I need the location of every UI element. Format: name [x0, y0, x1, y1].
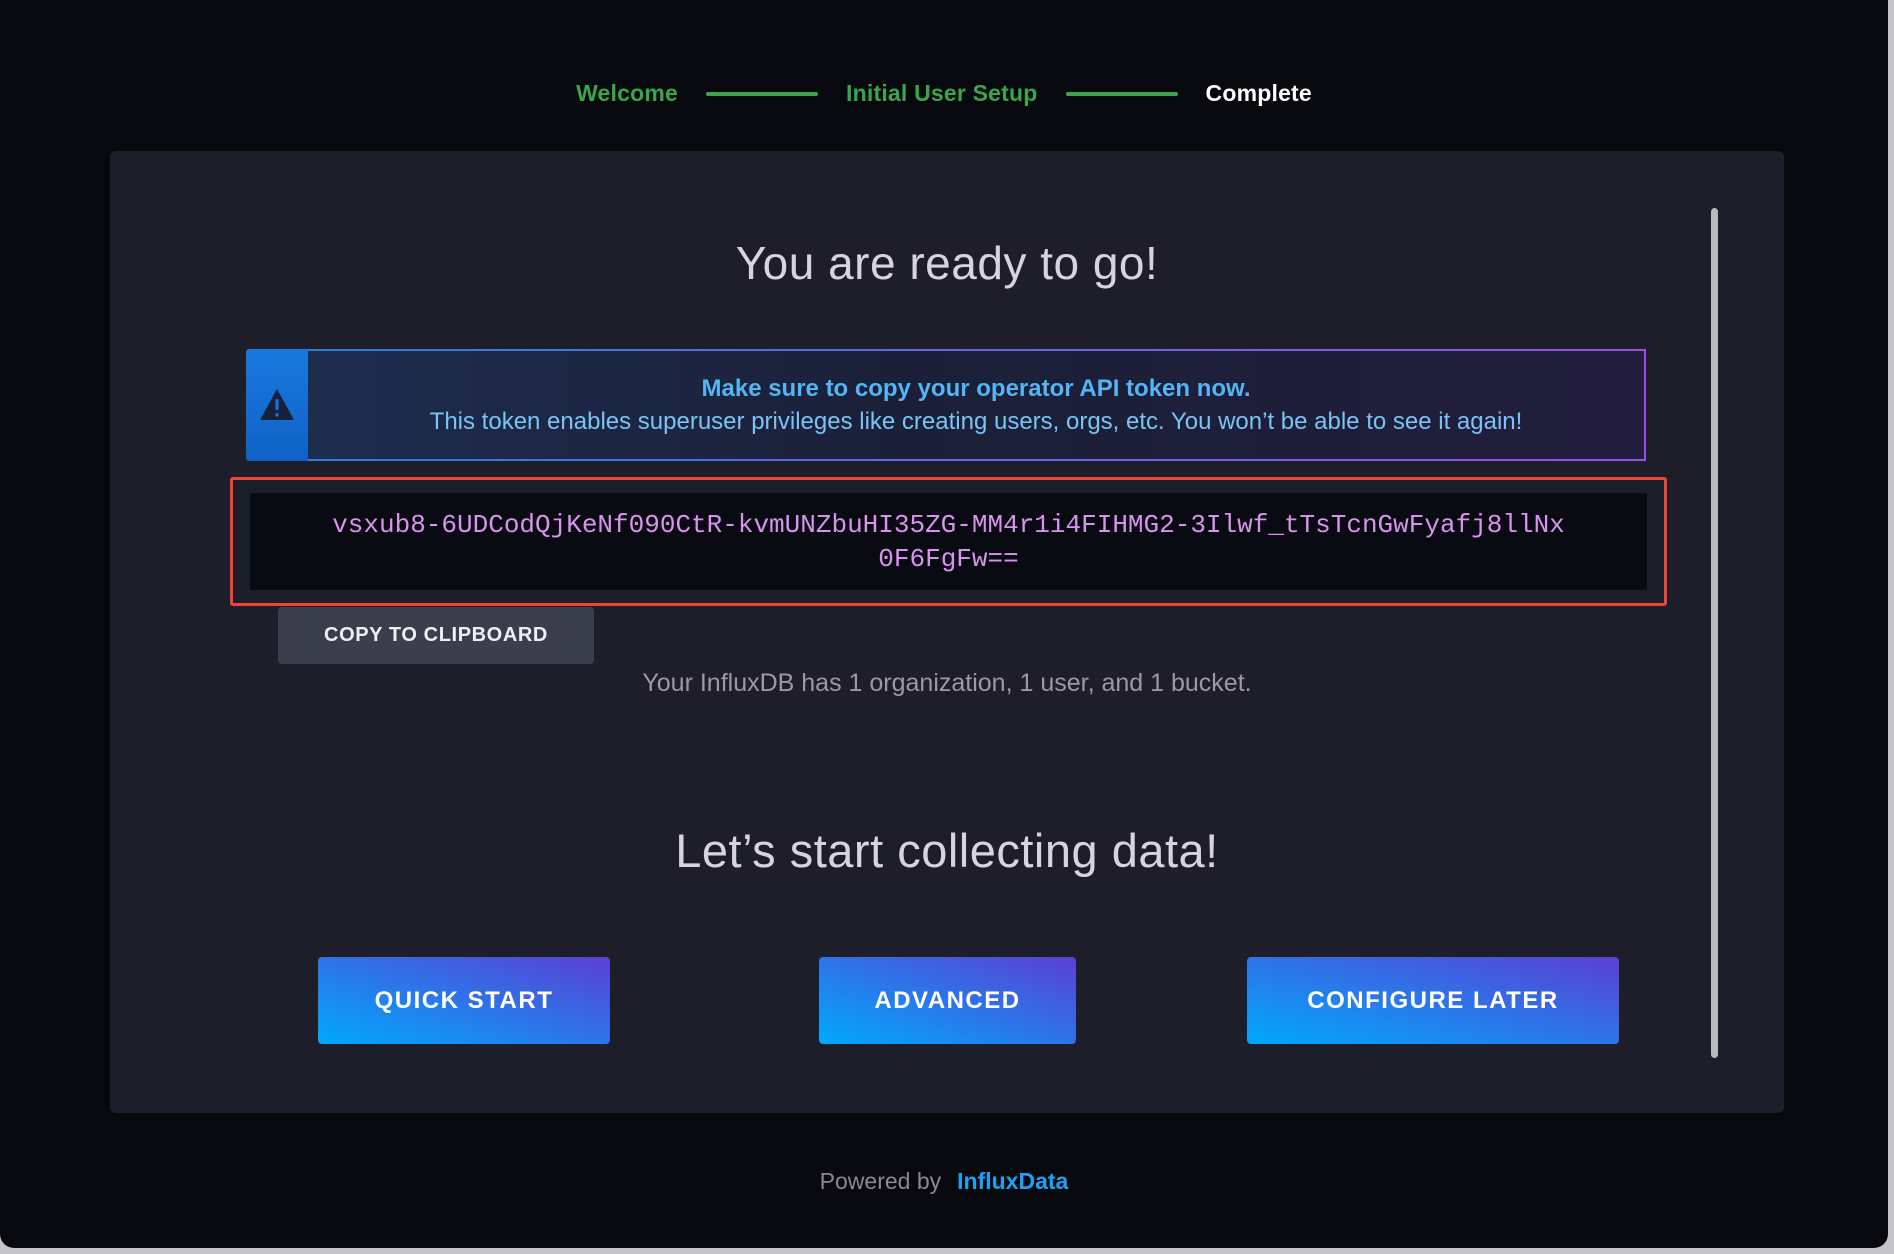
copy-to-clipboard-button[interactable]: COPY TO CLIPBOARD: [278, 607, 594, 664]
influxdata-brand-link[interactable]: InfluxData: [957, 1168, 1068, 1195]
powered-by-label: Powered by: [820, 1168, 941, 1195]
api-token-value: vsxub8-6UDCodQjKeNf090CtR-kvmUNZbuHI35ZG…: [330, 508, 1567, 576]
token-highlight-box: vsxub8-6UDCodQjKeNf090CtR-kvmUNZbuHI35ZG…: [230, 477, 1667, 606]
collect-data-heading: Let’s start collecting data!: [110, 823, 1784, 878]
warning-title: Make sure to copy your operator API toke…: [702, 375, 1251, 403]
footer: Powered by InfluxData: [0, 1168, 1888, 1195]
stepper-connector-line: [1066, 92, 1178, 96]
warning-body-text: This token enables superuser privileges …: [430, 408, 1523, 436]
warning-triangle-icon: [259, 388, 295, 422]
setup-stepper: Welcome Initial User Setup Complete: [0, 80, 1888, 107]
stepper-step-complete: Complete: [1206, 80, 1312, 107]
warning-message-area: Make sure to copy your operator API toke…: [308, 349, 1646, 461]
token-warning-banner: Make sure to copy your operator API toke…: [246, 349, 1646, 461]
stepper-step-welcome[interactable]: Welcome: [576, 80, 678, 107]
advanced-button[interactable]: ADVANCED: [819, 957, 1076, 1044]
completion-card: You are ready to go! Make sure to copy y…: [110, 151, 1784, 1113]
quick-start-button[interactable]: QUICK START: [318, 957, 610, 1044]
ready-heading: You are ready to go!: [110, 236, 1784, 290]
token-code-block[interactable]: vsxub8-6UDCodQjKeNf090CtR-kvmUNZbuHI35ZG…: [250, 493, 1647, 590]
warning-icon-block: [246, 349, 308, 461]
resource-summary-text: Your InfluxDB has 1 organization, 1 user…: [110, 669, 1784, 698]
stepper-connector-line: [706, 92, 818, 96]
configure-later-button[interactable]: CONFIGURE LATER: [1247, 957, 1619, 1044]
stepper-step-initial-user-setup[interactable]: Initial User Setup: [846, 80, 1037, 107]
onboarding-window: Welcome Initial User Setup Complete You …: [0, 0, 1888, 1248]
card-scrollbar[interactable]: [1711, 208, 1718, 1058]
